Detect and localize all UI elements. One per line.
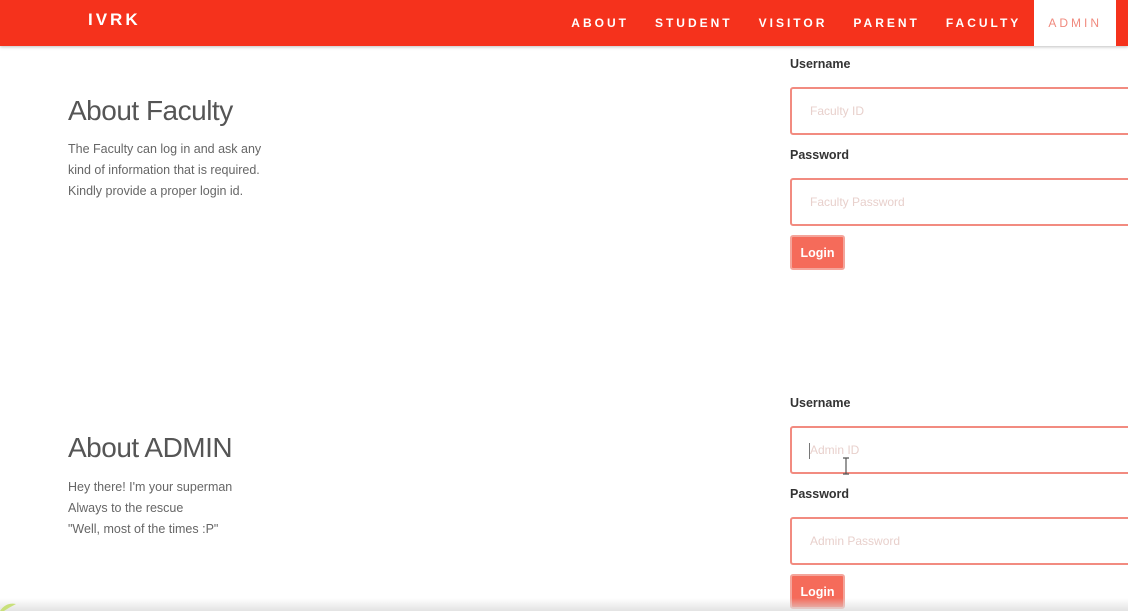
faculty-username-input[interactable]: [790, 87, 1128, 135]
bottom-shadow: [0, 598, 1128, 611]
faculty-desc-line: kind of information that is required.: [68, 163, 260, 177]
faculty-section: About Faculty The Faculty can log in and…: [0, 46, 1128, 346]
leaf-icon: [0, 603, 16, 611]
admin-desc-line: Hey there! I'm your superman: [68, 480, 233, 494]
faculty-desc-line: Kindly provide a proper login id.: [68, 184, 244, 198]
nav-item-admin[interactable]: ADMIN: [1034, 0, 1116, 46]
admin-section: About ADMIN Hey there! I'm your superman…: [0, 385, 1128, 611]
admin-password-input[interactable]: [790, 517, 1128, 565]
faculty-title: About Faculty: [68, 95, 233, 126]
admin-password-label: Password: [790, 487, 850, 501]
faculty-password-label: Password: [790, 148, 850, 162]
nav-item-parent[interactable]: PARENT: [840, 0, 932, 46]
admin-desc-line: "Well, most of the times :P": [68, 522, 219, 536]
text-caret: [809, 443, 810, 459]
faculty-username-label: Username: [790, 57, 851, 71]
admin-desc-line: Always to the rescue: [68, 501, 184, 515]
nav-item-about[interactable]: ABOUT: [558, 0, 642, 46]
admin-username-label: Username: [790, 396, 851, 410]
admin-title: About ADMIN: [68, 432, 233, 463]
admin-username-input[interactable]: [790, 426, 1128, 474]
navbar: IVRK ABOUT STUDENT VISITOR PARENT FACULT…: [0, 0, 1128, 46]
nav-menu: ABOUT STUDENT VISITOR PARENT FACULTY ADM…: [558, 0, 1116, 46]
faculty-desc-line: The Faculty can log in and ask any: [68, 142, 262, 156]
nav-item-faculty[interactable]: FACULTY: [933, 0, 1034, 46]
nav-item-visitor[interactable]: VISITOR: [746, 0, 841, 46]
nav-item-student[interactable]: STUDENT: [642, 0, 746, 46]
faculty-description: The Faculty can log in and ask any kind …: [68, 139, 308, 202]
admin-description: Hey there! I'm your superman Always to t…: [68, 477, 308, 540]
faculty-login-button[interactable]: Login: [790, 235, 845, 270]
faculty-password-input[interactable]: [790, 178, 1128, 226]
brand-logo[interactable]: IVRK: [88, 10, 141, 30]
text-cursor-icon: [843, 457, 849, 475]
